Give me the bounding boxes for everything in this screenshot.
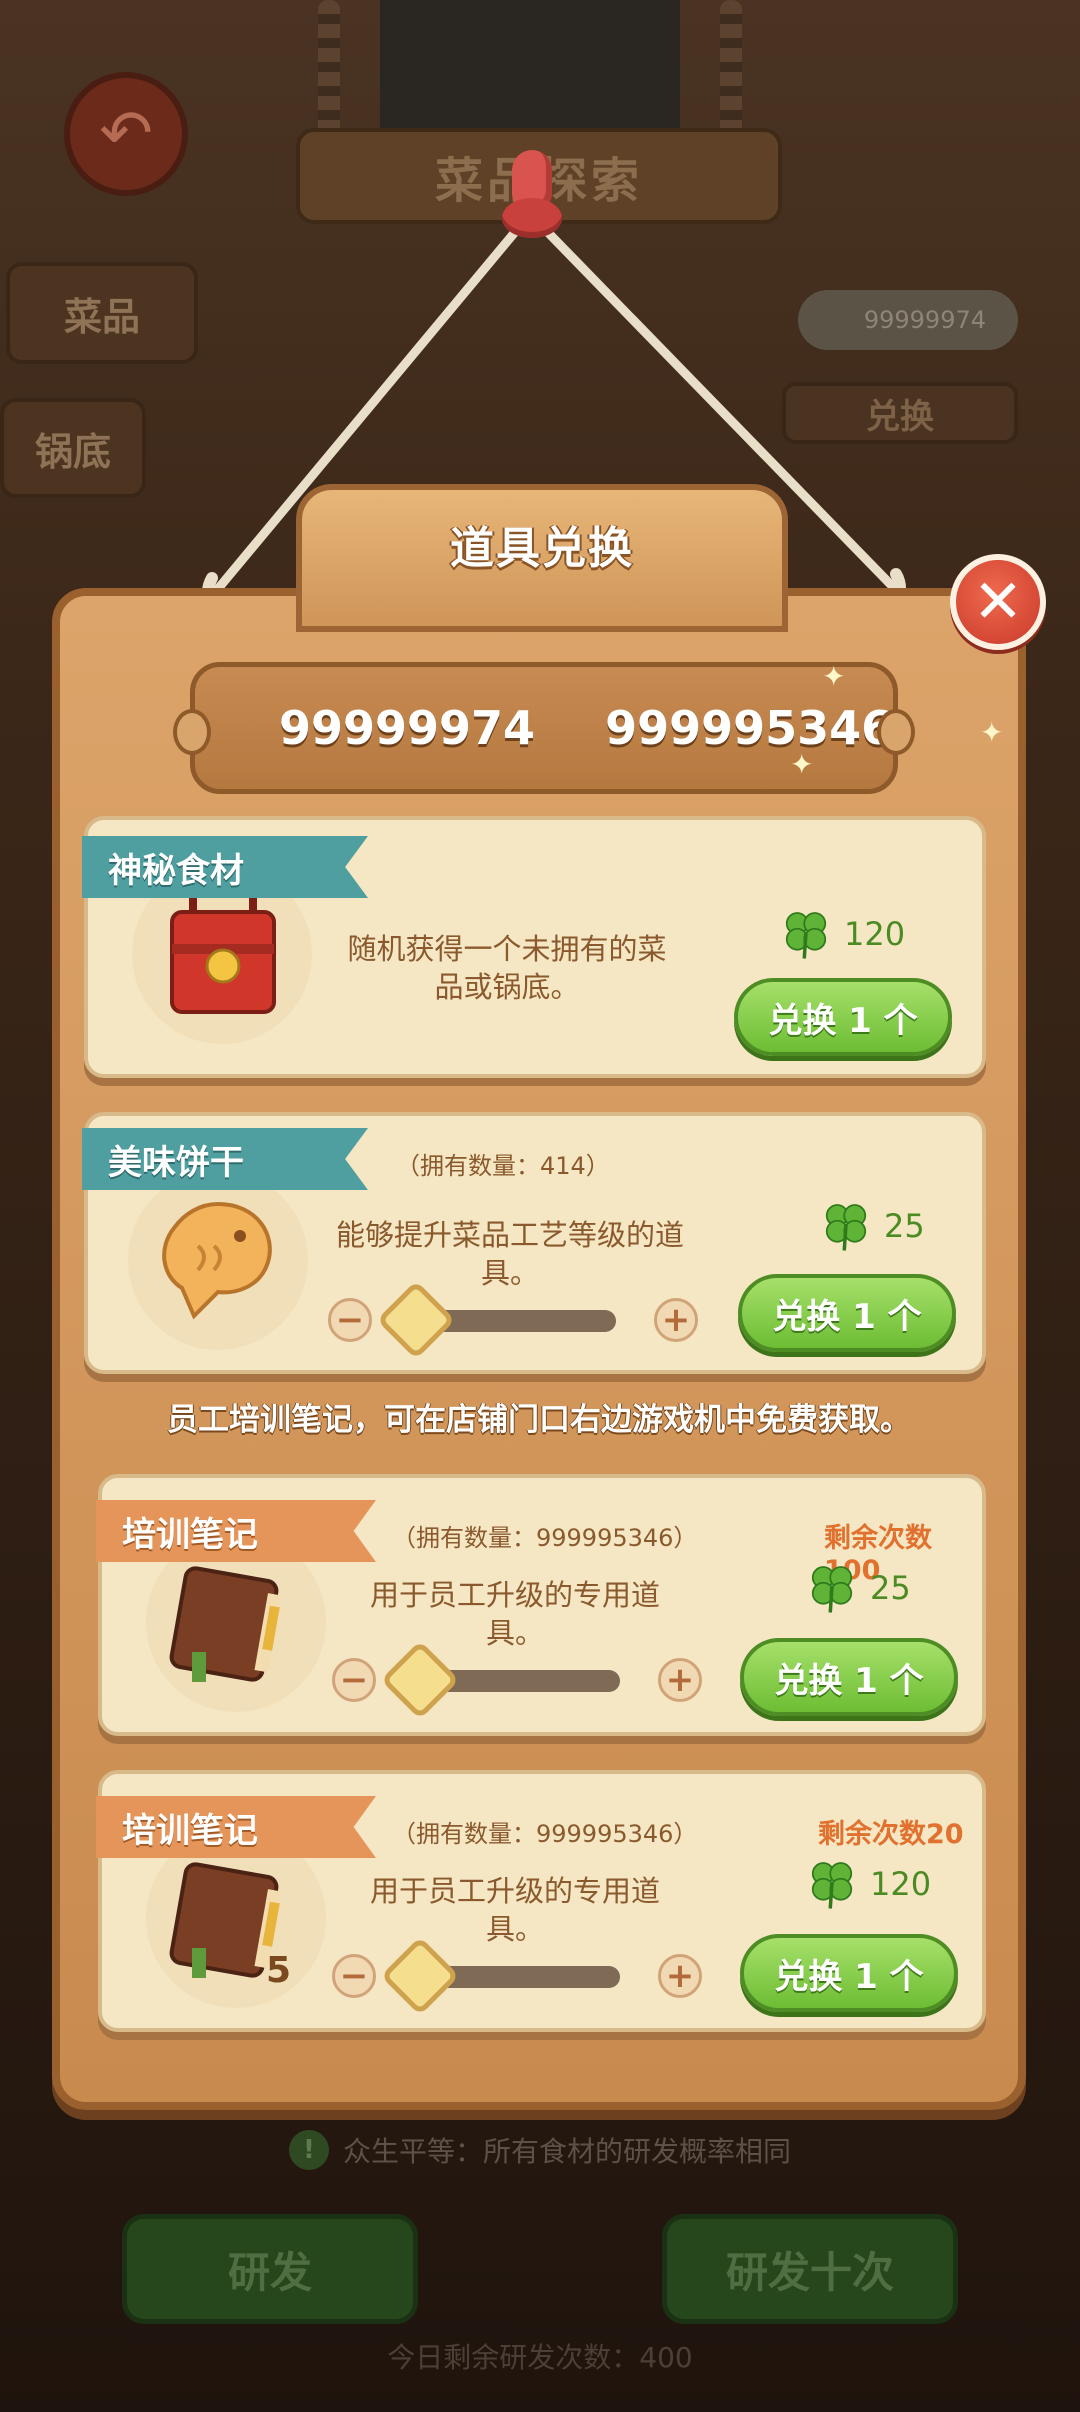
item-price-value: 25 — [884, 1207, 925, 1245]
sparkle-icon: ✦ — [980, 716, 1004, 749]
pin-icon — [502, 150, 562, 242]
research-ten-button[interactable]: 研发十次 — [662, 2214, 958, 2324]
sparkle-icon: ✦ — [790, 748, 814, 781]
quantity-slider[interactable]: − + — [332, 1936, 702, 2016]
item-owned-count: （拥有数量：414） — [396, 1152, 610, 1180]
info-icon: ! — [288, 2130, 329, 2170]
clover-icon — [785, 912, 827, 959]
decrease-button[interactable]: − — [332, 1954, 376, 1998]
notebook-count: 999995346 — [605, 701, 894, 755]
item-price-value: 120 — [844, 915, 906, 953]
clover-icon — [811, 1862, 853, 1909]
close-button[interactable]: ✕ — [950, 554, 1046, 650]
fish-cookie-icon — [162, 1201, 272, 1320]
red-box-icon — [170, 882, 276, 1014]
research-button[interactable]: 研发 — [122, 2214, 418, 2324]
exchange-one-button[interactable]: 兑换 1 个 — [738, 1274, 956, 1352]
item-description: 用于员工升级的专用道具。 — [369, 1578, 660, 1650]
close-icon: ✕ — [972, 567, 1024, 637]
item-name-ribbon: 美味饼干 — [82, 1128, 368, 1190]
quantity-slider[interactable]: − + — [328, 1280, 698, 1360]
quantity-badge: 5 — [266, 1950, 292, 1991]
exchange-one-button[interactable]: 兑换 1 个 — [740, 1934, 958, 2012]
exchange-one-button[interactable]: 兑换 1 个 — [740, 1638, 958, 1716]
item-price-value: 25 — [870, 1569, 911, 1607]
slider-thumb[interactable] — [380, 1936, 460, 2016]
item-name-ribbon: 培训笔记 — [96, 1796, 376, 1858]
decrease-button[interactable]: − — [332, 1658, 376, 1702]
remaining-exchanges: 剩余次数20 — [818, 1819, 964, 1850]
item-price: 25 — [818, 1198, 925, 1254]
background-notice-text: 众生平等：所有食材的研发概率相同 — [342, 2135, 791, 2168]
item-description: 随机获得一个未拥有的菜品或锅底。 — [347, 932, 667, 1004]
clover-icon — [811, 1566, 853, 1613]
decrease-button[interactable]: − — [328, 1298, 372, 1342]
slider-thumb[interactable] — [380, 1640, 460, 1720]
notebook-info-text: 员工培训笔记，可在店铺门口右边游戏机中免费获取。 — [167, 1402, 911, 1438]
item-price: 25 — [804, 1560, 911, 1616]
background-notice: ! 众生平等：所有食材的研发概率相同 — [0, 2128, 1080, 2172]
dialog-title: 道具兑换 — [450, 523, 634, 574]
notebook-icon — [169, 1566, 282, 1682]
clover-count: 99999974 — [279, 701, 536, 755]
quantity-slider[interactable]: − + — [332, 1640, 702, 1720]
increase-button[interactable]: + — [658, 1954, 702, 1998]
exchange-one-button[interactable]: 兑换 1 个 — [734, 978, 952, 1056]
item-price: 120 — [804, 1856, 931, 1912]
clover-icon — [825, 1204, 867, 1251]
item-description: 能够提升菜品工艺等级的道具。 — [335, 1218, 684, 1290]
item-name-ribbon: 培训笔记 — [96, 1500, 376, 1562]
item-price: 120 — [778, 906, 905, 962]
increase-button[interactable]: + — [654, 1298, 698, 1342]
item-name-ribbon: 神秘食材 — [82, 836, 368, 898]
increase-button[interactable]: + — [658, 1658, 702, 1702]
background-remaining-text: 今日剩余研发次数：400 — [387, 2341, 693, 2374]
sparkle-icon: ✦ — [822, 660, 846, 693]
item-owned-count: （拥有数量：999995346） — [392, 1820, 698, 1848]
item-owned-count: （拥有数量：999995346） — [392, 1524, 698, 1552]
item-price-value: 120 — [870, 1865, 932, 1903]
item-description: 用于员工升级的专用道具。 — [369, 1874, 660, 1946]
slider-thumb[interactable] — [376, 1280, 456, 1360]
